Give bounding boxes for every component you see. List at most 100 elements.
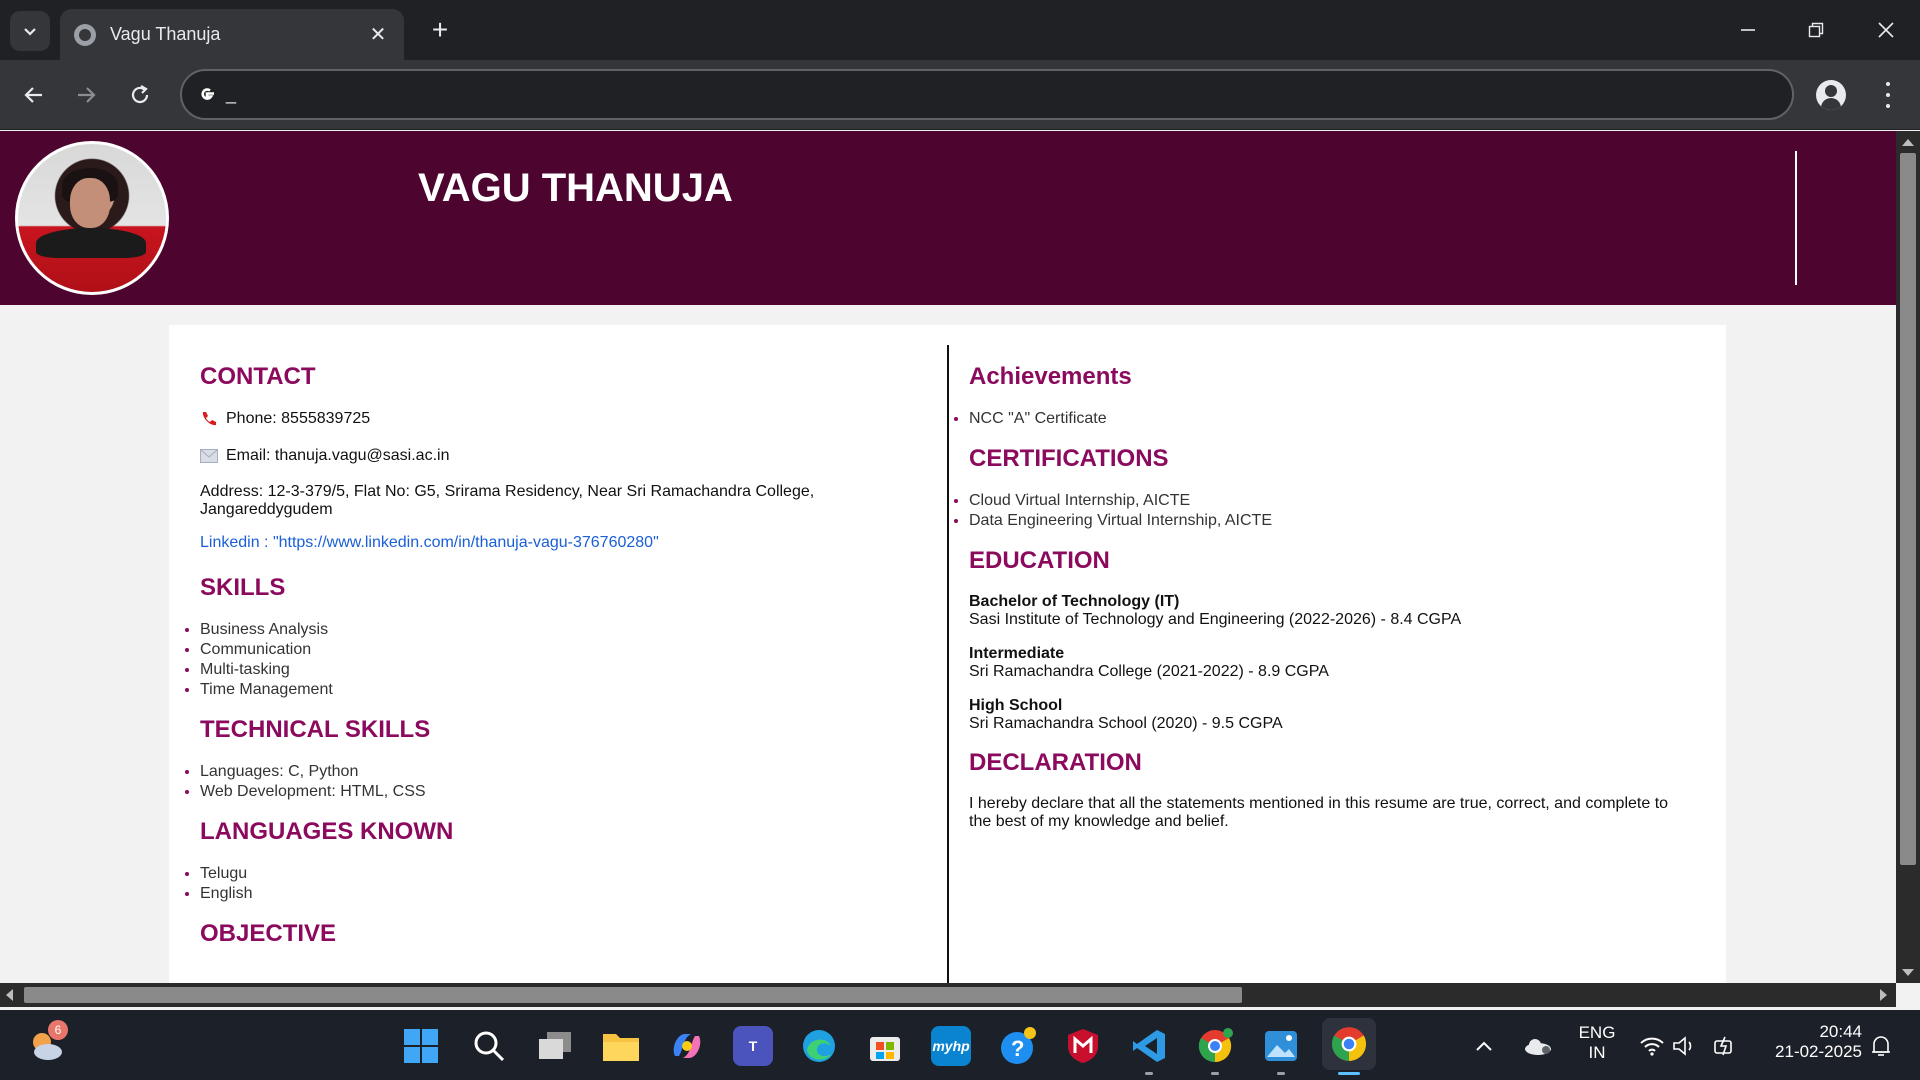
- new-tab-button[interactable]: +: [424, 14, 456, 46]
- teams-icon: T: [748, 1038, 758, 1054]
- objective-heading: OBJECTIVE: [200, 920, 337, 947]
- list-item: Time Management: [200, 680, 920, 700]
- address-bar[interactable]: _: [180, 69, 1794, 120]
- address-text: Address: 12-3-379/5, Flat No: G5, Sriram…: [200, 483, 815, 518]
- vscode-button[interactable]: [1129, 1026, 1169, 1066]
- minimize-button[interactable]: [1718, 8, 1778, 52]
- search-button[interactable]: [469, 1026, 509, 1066]
- wifi-icon: [1640, 1037, 1664, 1056]
- close-window-button[interactable]: [1856, 8, 1916, 52]
- page-viewport: VAGU THANUJA CONTACT Phone: 8555839725 E…: [0, 131, 1896, 983]
- wifi-button[interactable]: [1638, 1026, 1666, 1066]
- reload-icon: [131, 85, 149, 104]
- achievements-list: NCC "A" Certificate: [969, 409, 1689, 429]
- vertical-scroll-thumb[interactable]: [1900, 153, 1916, 865]
- store-icon: [870, 1037, 900, 1061]
- vertical-scrollbar[interactable]: [1896, 131, 1920, 983]
- forward-button[interactable]: [68, 77, 104, 113]
- achievements-heading: Achievements: [969, 363, 1132, 390]
- menu-button[interactable]: [1878, 78, 1898, 112]
- education-entry: Bachelor of Technology (IT) Sasi Institu…: [969, 593, 1689, 629]
- onedrive-button[interactable]: [1522, 1026, 1554, 1066]
- browser-toolbar: _: [0, 60, 1920, 130]
- task-view-button[interactable]: [535, 1026, 575, 1066]
- linkedin-link[interactable]: Linkedin : "https://www.linkedin.com/in/…: [200, 534, 920, 552]
- arrow-left-icon: [24, 87, 42, 103]
- contact-heading: CONTACT: [200, 363, 316, 390]
- phone-row: Phone: 8555839725: [200, 409, 920, 429]
- scroll-down-icon[interactable]: [1902, 969, 1914, 976]
- profile-photo: [15, 141, 169, 295]
- hp-icon: myhp: [932, 1038, 970, 1054]
- volume-button[interactable]: [1670, 1026, 1698, 1066]
- active-indicator: [1338, 1072, 1360, 1075]
- scroll-left-icon[interactable]: [6, 989, 13, 1001]
- back-button[interactable]: [16, 77, 52, 113]
- photos-button[interactable]: [1261, 1026, 1301, 1066]
- clock-date: 21-02-2025: [1775, 1042, 1862, 1061]
- bell-icon: [1872, 1036, 1890, 1056]
- scroll-right-icon[interactable]: [1880, 989, 1887, 1001]
- taskbar: 6 T myhp ? ENG IN 20:44 21-02-2025: [0, 1010, 1920, 1080]
- windows-icon: [404, 1029, 438, 1063]
- clock[interactable]: 20:44 21-02-2025: [1758, 1022, 1862, 1062]
- running-indicator: [1211, 1072, 1219, 1075]
- battery-charging-icon: [1714, 1036, 1732, 1056]
- list-item: Business Analysis: [200, 620, 920, 640]
- reload-button[interactable]: [122, 77, 158, 113]
- header-divider: [1795, 151, 1797, 285]
- show-hidden-icons-button[interactable]: [1472, 1026, 1496, 1066]
- chrome-profile-button[interactable]: [1195, 1026, 1235, 1066]
- chrome-icon: [1331, 1027, 1367, 1061]
- teams-button[interactable]: T: [733, 1026, 773, 1066]
- folder-icon: [603, 1034, 639, 1061]
- edge-button[interactable]: [799, 1026, 839, 1066]
- list-item: English: [200, 884, 920, 904]
- arrow-right-icon: [78, 87, 96, 103]
- speaker-icon: [1673, 1036, 1692, 1056]
- certifications-list: Cloud Virtual Internship, AICTE Data Eng…: [969, 491, 1689, 531]
- chrome-icon: [1198, 1028, 1233, 1063]
- language-text: ENG: [1578, 1023, 1616, 1042]
- myhp-button[interactable]: myhp: [931, 1026, 971, 1066]
- chrome-active-button[interactable]: [1322, 1018, 1376, 1070]
- list-item: NCC "A" Certificate: [969, 409, 1689, 429]
- envelope-icon: [200, 449, 218, 463]
- shield-icon: [1068, 1029, 1098, 1063]
- get-help-button[interactable]: ?: [997, 1026, 1037, 1066]
- start-button[interactable]: [401, 1026, 441, 1066]
- horizontal-scrollbar[interactable]: [0, 983, 1896, 1007]
- language-indicator[interactable]: ENG IN: [1576, 1023, 1618, 1063]
- browser-tab[interactable]: Vagu Thanuja ✕: [60, 9, 404, 60]
- store-button[interactable]: [865, 1026, 905, 1066]
- close-icon: [1878, 22, 1894, 38]
- tab-title: Vagu Thanuja: [110, 24, 221, 44]
- restore-button[interactable]: [1786, 8, 1846, 52]
- edge-icon: [803, 1030, 835, 1062]
- weather-badge: 6: [48, 1020, 68, 1040]
- battery-button[interactable]: [1712, 1026, 1740, 1066]
- copilot-button[interactable]: [667, 1026, 707, 1066]
- horizontal-scroll-thumb[interactable]: [24, 987, 1242, 1003]
- cloud-icon: [1525, 1039, 1551, 1055]
- skills-list: Business Analysis Communication Multi-ta…: [200, 620, 920, 700]
- notifications-button[interactable]: [1866, 1026, 1896, 1066]
- file-explorer-button[interactable]: [601, 1026, 641, 1066]
- list-item: Languages: C, Python: [200, 762, 920, 782]
- restore-icon: [1808, 22, 1824, 38]
- left-column: CONTACT Phone: 8555839725 Email: thanuja…: [200, 363, 920, 966]
- minimize-icon: [1741, 29, 1755, 31]
- scroll-up-icon[interactable]: [1902, 139, 1914, 146]
- mcafee-button[interactable]: [1063, 1026, 1103, 1066]
- tab-close-button[interactable]: ✕: [366, 22, 390, 47]
- phone-icon: [200, 410, 218, 428]
- degree-title: Bachelor of Technology (IT): [969, 593, 1180, 610]
- email-text: Email: thanuja.vagu@sasi.ac.in: [226, 447, 450, 464]
- list-item: Web Development: HTML, CSS: [200, 782, 920, 802]
- email-row: Email: thanuja.vagu@sasi.ac.in: [200, 446, 920, 466]
- address-text: _: [226, 84, 237, 104]
- tab-search-button[interactable]: [10, 11, 50, 51]
- declaration-heading: DECLARATION: [969, 749, 1142, 776]
- degree-detail: Sri Ramachandra College (2021-2022) - 8.…: [969, 663, 1329, 680]
- profile-avatar[interactable]: [1816, 80, 1846, 110]
